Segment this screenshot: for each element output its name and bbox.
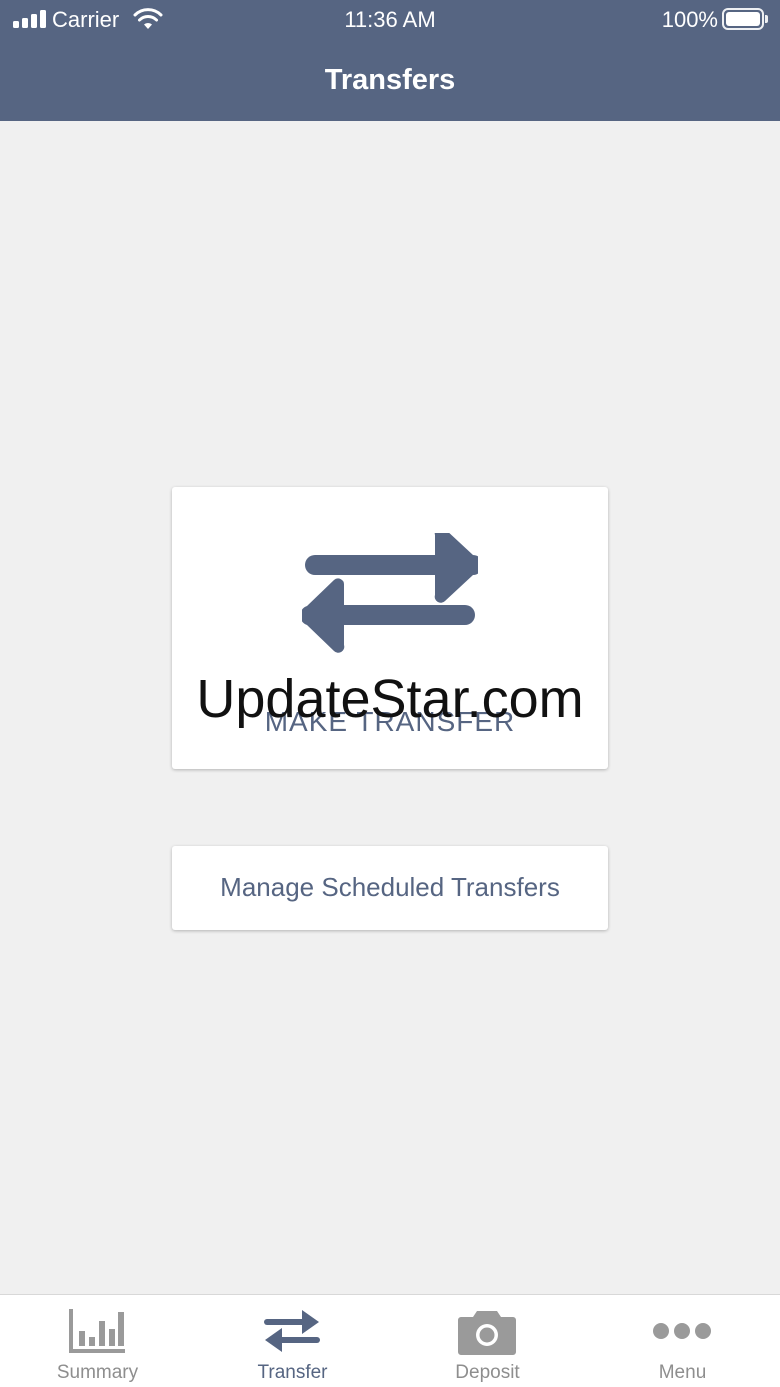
tab-summary-label: Summary <box>56 1362 139 1383</box>
battery-percentage: 100% <box>661 7 718 32</box>
more-dots-icon <box>653 1323 711 1339</box>
status-bar: Carrier 11:36 AM 100% <box>0 0 780 40</box>
tab-deposit-label: Deposit <box>455 1362 520 1383</box>
page-title: Transfers <box>324 64 456 96</box>
tab-menu[interactable]: Menu <box>585 1295 780 1387</box>
camera-icon <box>458 1311 516 1355</box>
tab-transfer[interactable]: Transfer <box>195 1295 390 1387</box>
header-bar: Carrier 11:36 AM 100% Transfers <box>0 0 780 121</box>
bar-chart-icon <box>69 1309 125 1353</box>
tab-transfer-label: Transfer <box>257 1362 328 1383</box>
manage-scheduled-transfers-button[interactable]: Manage Scheduled Transfers <box>172 846 608 930</box>
tab-menu-label: Menu <box>658 1362 707 1383</box>
tab-deposit[interactable]: Deposit <box>390 1295 585 1387</box>
tab-summary[interactable]: Summary <box>0 1295 195 1387</box>
watermark-text: UpdateStar.com <box>196 669 584 729</box>
manage-scheduled-transfers-label: Manage Scheduled Transfers <box>220 872 560 902</box>
tab-bar: Summary Transfer Deposit Menu <box>0 1294 780 1387</box>
battery-icon <box>722 8 768 30</box>
transfer-arrows-icon <box>264 1310 320 1352</box>
transfer-arrows-icon <box>302 533 478 653</box>
